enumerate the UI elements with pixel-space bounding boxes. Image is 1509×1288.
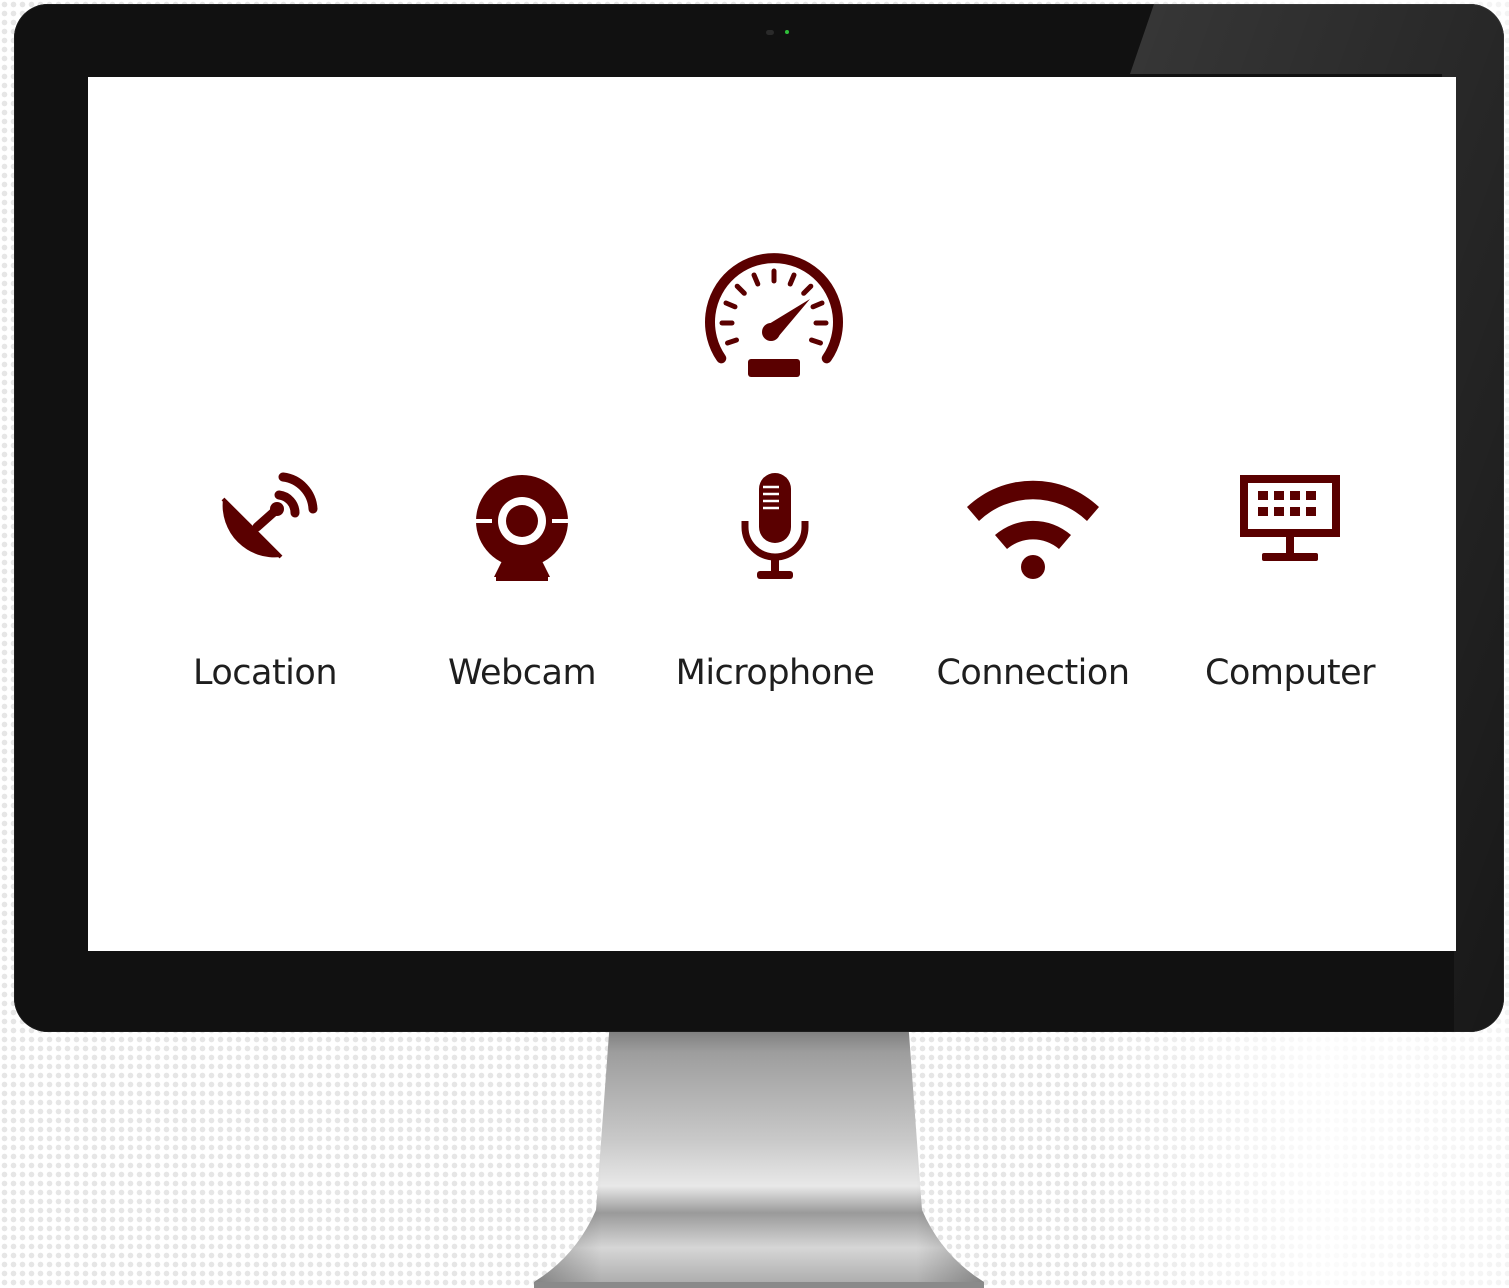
webcam-lens (766, 30, 774, 35)
webcam-label: Webcam (447, 653, 597, 693)
computer-icon (1240, 475, 1340, 561)
speedometer-icon (705, 253, 843, 377)
screen: Location Webcam Microphone Connection Co… (88, 77, 1456, 951)
webcam-icon (474, 475, 570, 581)
location-label: Location (192, 653, 338, 693)
satellite-dish-icon (221, 472, 318, 559)
microphone-icon (741, 473, 809, 579)
wifi-icon (967, 480, 1099, 579)
connection-label: Connection (936, 653, 1130, 693)
monitor-frame: Location Webcam Microphone Connection Co… (14, 4, 1504, 1032)
computer-label: Computer (1205, 653, 1376, 693)
webcam-led (785, 30, 789, 34)
microphone-label: Microphone (675, 653, 875, 693)
monitor-stand (534, 1020, 984, 1288)
